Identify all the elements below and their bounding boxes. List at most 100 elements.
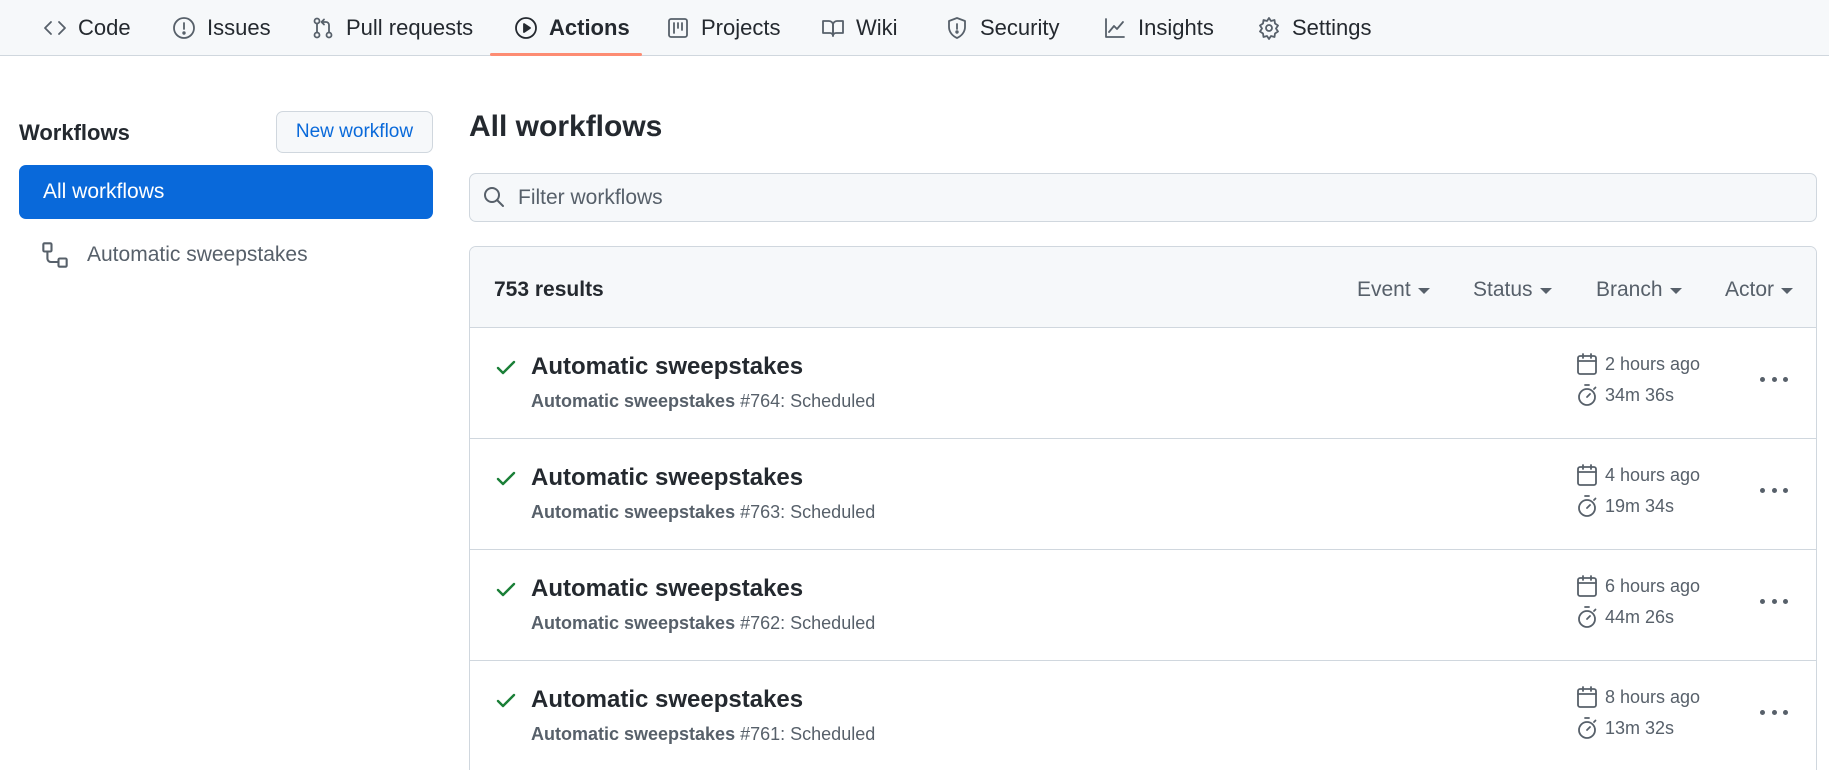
workflow-run-row[interactable]: Automatic sweepstakes Automatic sweepsta… (470, 550, 1816, 661)
tab-security[interactable]: Security (944, 0, 1059, 56)
run-duration-label: 34m 36s (1605, 384, 1675, 405)
run-duration-label: 44m 26s (1605, 606, 1675, 627)
run-time-label: 8 hours ago (1605, 686, 1701, 707)
tab-projects-label: Projects (701, 15, 781, 40)
run-title[interactable]: Automatic sweepstakes (531, 353, 803, 381)
tab-actions-label: Actions (549, 15, 630, 40)
sidebar-item-all-workflows[interactable]: All workflows (19, 165, 433, 219)
tab-insights-label: Insights (1138, 15, 1214, 40)
run-number: #762: Scheduled (740, 613, 876, 633)
workflow-icon (41, 241, 69, 269)
kebab-menu-icon[interactable] (1754, 477, 1794, 503)
check-icon (494, 356, 518, 380)
check-icon (494, 467, 518, 491)
run-time: 4 hours ago (1575, 463, 1700, 487)
filter-workflows-input[interactable] (518, 185, 1718, 210)
issue-opened-icon (171, 15, 197, 41)
run-number: #764: Scheduled (740, 391, 876, 411)
run-subtitle: Automatic sweepstakes #764: Scheduled (531, 391, 875, 412)
stopwatch-icon (1575, 494, 1599, 518)
status-filter-label: Status (1473, 278, 1533, 301)
tab-pull-requests-label: Pull requests (346, 15, 474, 40)
gear-icon (1256, 15, 1282, 41)
event-filter-dropdown[interactable]: Event (1357, 278, 1430, 302)
repo-nav: Code Issues Pull requests Actions Projec… (0, 0, 1829, 56)
calendar-icon (1575, 685, 1599, 709)
sidebar-item-automatic-sweepstakes[interactable]: Automatic sweepstakes (19, 228, 433, 282)
workflow-runs-panel: 753 results Event Status Branch Actor Au… (469, 246, 1817, 770)
branch-filter-label: Branch (1596, 278, 1663, 301)
run-duration: 34m 36s (1575, 383, 1674, 407)
tab-settings[interactable]: Settings (1256, 0, 1372, 56)
workflow-run-row[interactable]: Automatic sweepstakes Automatic sweepsta… (470, 661, 1816, 770)
tab-wiki-label: Wiki (856, 15, 898, 40)
sidebar-title: Workflows (19, 120, 130, 145)
run-time: 2 hours ago (1575, 352, 1700, 376)
sidebar-item-label: All workflows (43, 180, 165, 203)
run-workflow-name: Automatic sweepstakes (531, 502, 736, 522)
actor-filter-dropdown[interactable]: Actor (1725, 278, 1794, 302)
kebab-menu-icon[interactable] (1754, 366, 1794, 392)
run-number: #761: Scheduled (740, 724, 876, 744)
run-workflow-name: Automatic sweepstakes (531, 613, 736, 633)
play-icon (513, 15, 539, 41)
tab-wiki[interactable]: Wiki (820, 0, 898, 56)
code-icon (42, 15, 68, 41)
runs-header: 753 results Event Status Branch Actor (470, 247, 1816, 328)
tab-projects[interactable]: Projects (665, 0, 780, 56)
new-workflow-button[interactable]: New workflow (276, 111, 433, 153)
check-icon (494, 689, 518, 713)
workflow-run-row[interactable]: Automatic sweepstakes Automatic sweepsta… (470, 439, 1816, 550)
tab-code[interactable]: Code (42, 0, 131, 56)
status-filter-dropdown[interactable]: Status (1473, 278, 1552, 302)
page-title: All workflows (469, 110, 663, 143)
chevron-down-icon (1781, 288, 1794, 294)
branch-filter-dropdown[interactable]: Branch (1596, 278, 1682, 302)
tab-issues[interactable]: Issues (171, 0, 271, 56)
run-title[interactable]: Automatic sweepstakes (531, 464, 803, 492)
tab-insights[interactable]: Insights (1102, 0, 1214, 56)
tab-security-label: Security (980, 15, 1060, 40)
workflow-run-row[interactable]: Automatic sweepstakes Automatic sweepsta… (470, 328, 1816, 439)
kebab-menu-icon[interactable] (1754, 588, 1794, 614)
run-time: 6 hours ago (1575, 574, 1700, 598)
run-number: #763: Scheduled (740, 502, 876, 522)
chevron-down-icon (1539, 288, 1552, 294)
stopwatch-icon (1575, 605, 1599, 629)
filter-workflows-field[interactable] (469, 173, 1817, 222)
project-icon (665, 15, 691, 41)
run-workflow-name: Automatic sweepstakes (531, 724, 736, 744)
run-title[interactable]: Automatic sweepstakes (531, 575, 803, 603)
run-time: 8 hours ago (1575, 685, 1700, 709)
git-pull-request-icon (310, 15, 336, 41)
run-subtitle: Automatic sweepstakes #763: Scheduled (531, 502, 875, 523)
tab-issues-label: Issues (207, 15, 271, 40)
chevron-down-icon (1669, 288, 1682, 294)
actor-filter-label: Actor (1725, 278, 1775, 301)
run-duration-label: 19m 34s (1605, 495, 1675, 516)
stopwatch-icon (1575, 716, 1599, 740)
tab-code-label: Code (78, 15, 131, 40)
run-duration: 19m 34s (1575, 494, 1674, 518)
graph-icon (1102, 15, 1128, 41)
calendar-icon (1575, 574, 1599, 598)
stopwatch-icon (1575, 383, 1599, 407)
run-time-label: 6 hours ago (1605, 575, 1701, 596)
tab-actions[interactable]: Actions (513, 0, 630, 56)
sidebar-item-label: Automatic sweepstakes (87, 243, 308, 266)
tab-settings-label: Settings (1292, 15, 1372, 40)
calendar-icon (1575, 463, 1599, 487)
run-title[interactable]: Automatic sweepstakes (531, 686, 803, 714)
run-duration-label: 13m 32s (1605, 717, 1675, 738)
event-filter-label: Event (1357, 278, 1411, 301)
run-duration: 44m 26s (1575, 605, 1674, 629)
kebab-menu-icon[interactable] (1754, 699, 1794, 725)
active-tab-underline (490, 53, 642, 56)
run-subtitle: Automatic sweepstakes #761: Scheduled (531, 724, 875, 745)
run-subtitle: Automatic sweepstakes #762: Scheduled (531, 613, 875, 634)
shield-icon (944, 15, 970, 41)
chevron-down-icon (1417, 288, 1430, 294)
tab-pull-requests[interactable]: Pull requests (310, 0, 473, 56)
check-icon (494, 578, 518, 602)
search-icon (482, 185, 508, 211)
